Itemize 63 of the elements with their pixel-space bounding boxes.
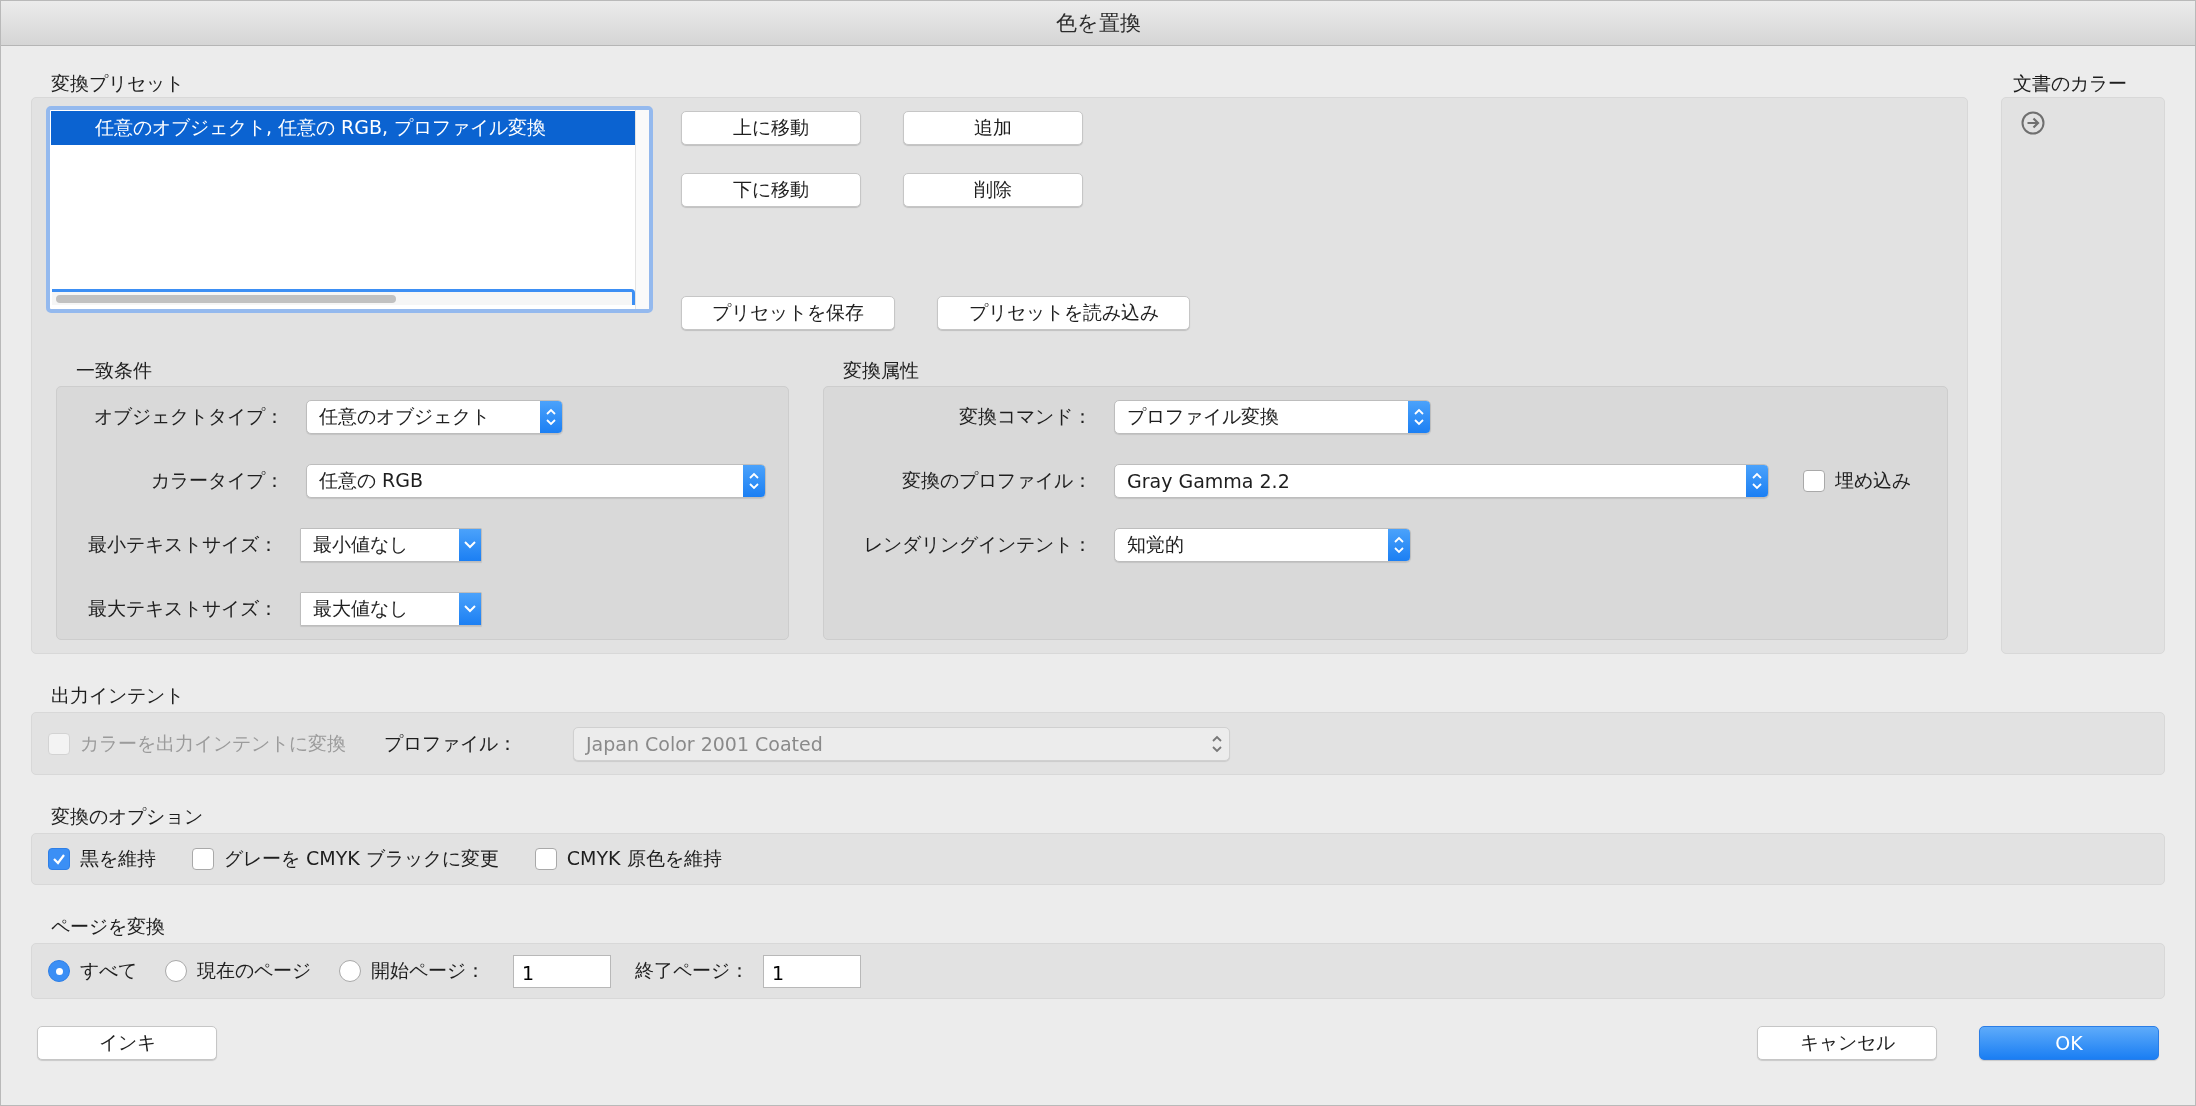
group-label: 変換プリセット xyxy=(50,71,184,96)
radio-label: 開始ページ： xyxy=(371,958,485,983)
dialog-button[interactable]: 追加 xyxy=(903,111,1083,145)
field-label: 変換のプロファイル： xyxy=(901,468,1093,493)
group-label: 変換のオプション xyxy=(50,804,203,829)
field-label: レンダリングインテント： xyxy=(863,532,1093,557)
stepper-icon xyxy=(1746,465,1768,497)
combo-box[interactable]: 最大値なし xyxy=(300,592,482,626)
cancel-button[interactable]: キャンセル xyxy=(1757,1026,1937,1060)
arrow-circle-icon[interactable] xyxy=(2021,111,2045,135)
checkbox-label: グレーを CMYK ブラックに変更 xyxy=(224,846,499,871)
checkbox[interactable] xyxy=(1803,470,1825,492)
vertical-scrollbar[interactable] xyxy=(635,110,649,309)
horizontal-scrollbar[interactable] xyxy=(52,289,635,305)
field-label: オブジェクトタイプ： xyxy=(93,404,285,429)
page-input[interactable]: 1 xyxy=(513,954,611,988)
checkbox-label: カラーを出力インテントに変換 xyxy=(80,730,346,756)
stepper-icon xyxy=(1408,401,1430,433)
dialog-button[interactable]: プリセットを読み込み xyxy=(937,296,1190,330)
popup-menu[interactable]: 任意の RGB xyxy=(306,464,766,498)
popup-menu[interactable]: Gray Gamma 2.2 xyxy=(1114,464,1769,498)
stepper-icon xyxy=(540,401,562,433)
scrollbar-thumb[interactable] xyxy=(56,295,396,303)
radio-label: 現在のページ xyxy=(197,958,311,983)
dialog-button[interactable]: 削除 xyxy=(903,173,1083,207)
popup-menu[interactable]: 知覚的 xyxy=(1114,528,1411,562)
group-label: 出力インテント xyxy=(50,683,184,708)
chevron-down-icon xyxy=(459,529,481,561)
field-label: プロファイル： xyxy=(384,730,517,756)
checkbox[interactable] xyxy=(48,848,70,870)
preset-list[interactable]: 任意のオブジェクト, 任意の RGB, プロファイル変換 xyxy=(46,106,653,313)
field-label: 変換コマンド： xyxy=(958,404,1093,429)
group-label: 変換属性 xyxy=(842,358,919,383)
checkbox-label: 黒を維持 xyxy=(80,846,156,871)
dialog-button[interactable]: 上に移動 xyxy=(681,111,861,145)
dialog-button[interactable]: プリセットを保存 xyxy=(681,296,895,330)
field-label: カラータイプ： xyxy=(150,468,285,493)
field-label: 終了ページ： xyxy=(635,958,749,983)
group-label: 文書のカラー xyxy=(2012,71,2127,96)
checkbox[interactable] xyxy=(192,848,214,870)
checkbox-label: 埋め込み xyxy=(1835,468,1911,493)
popup-menu[interactable]: プロファイル変換 xyxy=(1114,400,1431,434)
window-title: 色を置換 xyxy=(1055,10,1141,37)
field-label: 最小テキストサイズ： xyxy=(87,532,279,557)
radio-button[interactable] xyxy=(339,960,361,982)
chevron-down-icon xyxy=(459,593,481,625)
radio-button[interactable] xyxy=(165,960,187,982)
stepper-icon xyxy=(743,465,765,497)
stepper-icon xyxy=(1388,529,1410,561)
ink-button[interactable]: インキ xyxy=(37,1026,217,1060)
popup-menu[interactable]: 任意のオブジェクト xyxy=(306,400,563,434)
checkbox[interactable] xyxy=(534,848,557,870)
checkbox-label: CMYK 原色を維持 xyxy=(566,846,722,871)
field-label: 最大テキストサイズ： xyxy=(87,596,279,621)
combo-box[interactable]: 最小値なし xyxy=(300,528,482,562)
preset-list-item[interactable]: 任意のオブジェクト, 任意の RGB, プロファイル変換 xyxy=(51,111,637,145)
radio-label: すべて xyxy=(80,958,137,983)
group-label: ページを変換 xyxy=(50,914,165,939)
group-label: 一致条件 xyxy=(75,358,152,383)
checkmark-icon xyxy=(52,852,66,866)
radio-button[interactable] xyxy=(48,960,70,982)
page-input[interactable]: 1 xyxy=(763,954,861,988)
dialog-button[interactable]: 下に移動 xyxy=(681,173,861,207)
